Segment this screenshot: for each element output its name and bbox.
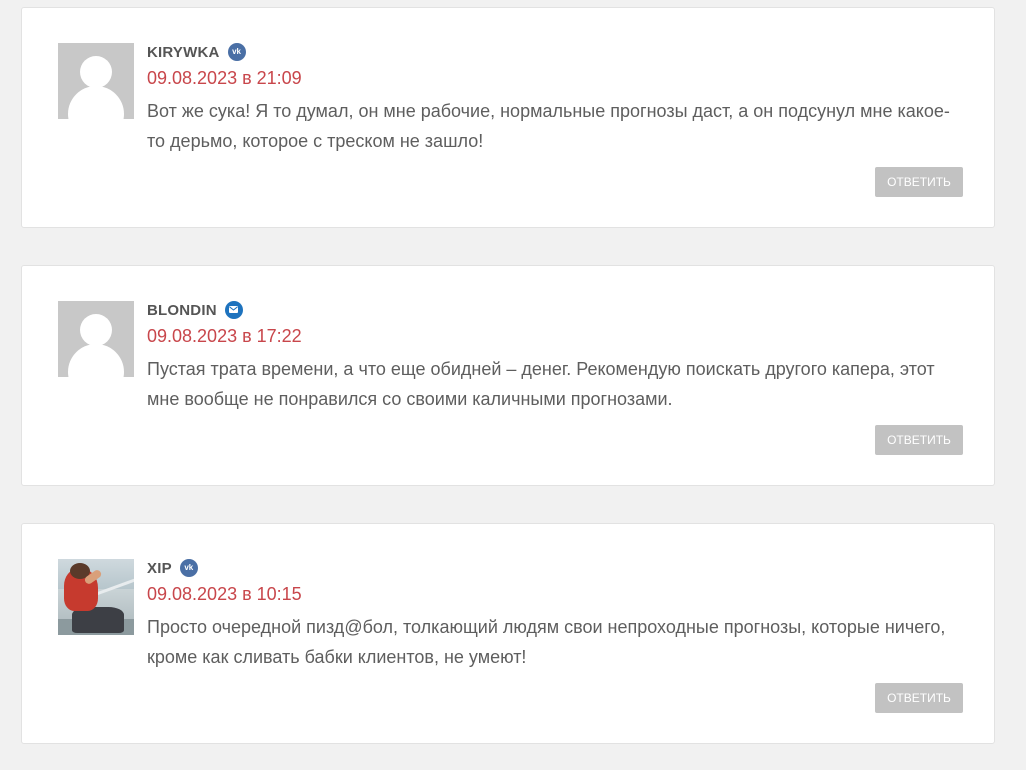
envelope-glyph [229,306,239,313]
avatar-shoulders [68,344,124,377]
avatar-head [80,56,112,88]
comment-text: Просто очередной пизд@бол, толкающий люд… [147,617,946,667]
comment-card: XIP vk 09.08.2023 в 10:15 Просто очередн… [21,523,995,744]
vk-icon[interactable]: vk [179,559,198,577]
author-name: KIRYWKA [147,43,220,61]
comment-text: Вот же сука! Я то думал, он мне рабочие,… [147,101,950,151]
avatar [58,301,134,377]
comment-date[interactable]: 09.08.2023 в 21:09 [147,68,302,89]
author-name: XIP [147,559,172,577]
vk-icon[interactable]: vk [227,43,246,61]
comment-text: Пустая трата времени, а что еще обидней … [147,359,935,409]
author-line: BLONDIN [147,300,243,320]
comment-date[interactable]: 09.08.2023 в 17:22 [147,326,302,347]
reply-button[interactable]: ОТВЕТИТЬ [875,167,963,197]
author-name: BLONDIN [147,301,217,319]
author-line: XIP vk [147,558,198,578]
avatar [58,43,134,119]
comment-card: KIRYWKA vk 09.08.2023 в 21:09 Вот же сук… [21,7,995,228]
avatar-head [80,314,112,346]
reply-button[interactable]: ОТВЕТИТЬ [875,683,963,713]
comments-list: KIRYWKA vk 09.08.2023 в 21:09 Вот же сук… [0,0,1026,770]
reply-button[interactable]: ОТВЕТИТЬ [875,425,963,455]
avatar [58,559,134,635]
comment-date[interactable]: 09.08.2023 в 10:15 [147,584,302,605]
mail-icon[interactable] [224,301,243,319]
avatar-shoulders [68,86,124,119]
author-line: KIRYWKA vk [147,42,246,62]
comment-card: BLONDIN 09.08.2023 в 17:22 Пустая трата … [21,265,995,486]
